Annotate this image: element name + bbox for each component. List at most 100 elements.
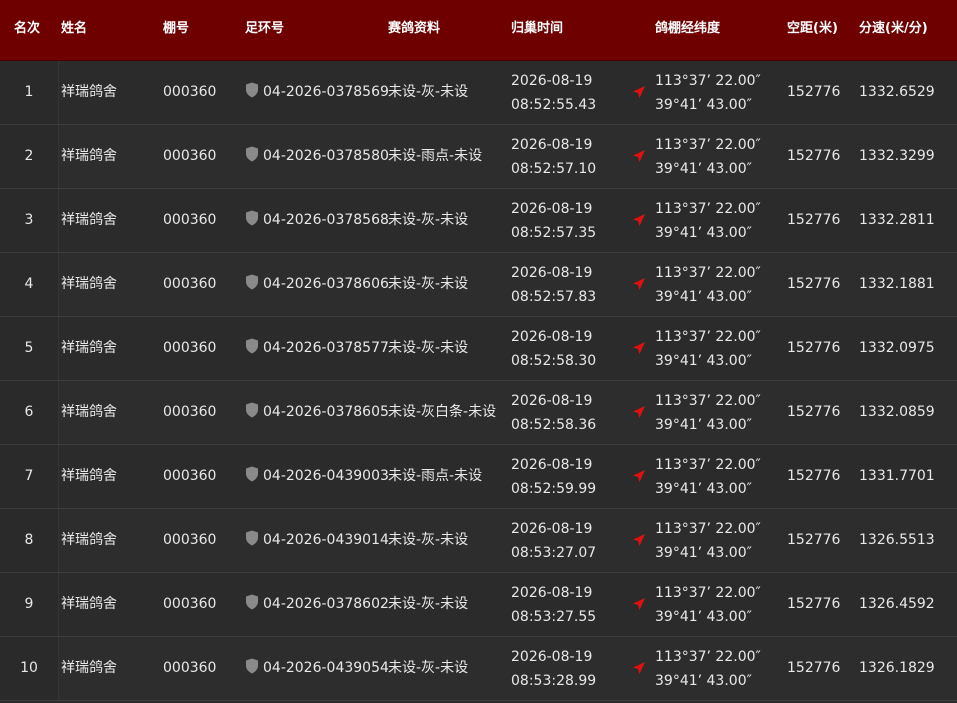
latitude: 39°41’ 43.00″ [655, 289, 752, 305]
shield-icon [246, 274, 258, 290]
table-row[interactable]: 1 祥瑞鸽舍 000360 04-2026-0378569 未设-灰-未设 20… [0, 61, 957, 125]
longitude: 113°37’ 22.00″ [655, 393, 761, 409]
ring-number-cell: 04-2026-0378605 [245, 381, 389, 444]
speed-value: 1326.1829 [859, 660, 935, 676]
rank-value: 5 [24, 340, 34, 356]
arrival-date: 2026-08-19 [511, 137, 593, 153]
arrival-clock: 08:52:57.10 [511, 161, 597, 177]
longitude: 113°37’ 22.00″ [655, 137, 761, 153]
header-loft: 棚号 [163, 21, 190, 36]
table-row[interactable]: 9 祥瑞鸽舍 000360 04-2026-0378602 未设-灰-未设 20… [0, 573, 957, 637]
loft-coordinates: 113°37’ 22.00″ 39°41’ 43.00″ [655, 573, 761, 636]
longitude: 113°37’ 22.00″ [655, 457, 761, 473]
header-coords: 鸽棚经纬度 [655, 21, 721, 36]
arrival-clock: 08:52:55.43 [511, 97, 597, 113]
pigeon-info: 未设-灰-未设 [388, 212, 469, 228]
arrival-date: 2026-08-19 [511, 585, 593, 601]
loft-coordinates: 113°37’ 22.00″ 39°41’ 43.00″ [655, 381, 761, 444]
arrival-clock: 08:52:57.83 [511, 289, 597, 305]
location-arrow-icon[interactable] [632, 597, 646, 611]
loft-coordinates: 113°37’ 22.00″ 39°41’ 43.00″ [655, 125, 761, 188]
ring-number: 04-2026-0439054 [263, 660, 389, 676]
table-row[interactable]: 7 祥瑞鸽舍 000360 04-2026-0439003 未设-雨点-未设 2… [0, 445, 957, 509]
table-row[interactable]: 3 祥瑞鸽舍 000360 04-2026-0378568 未设-灰-未设 20… [0, 189, 957, 253]
loft-coordinates: 113°37’ 22.00″ 39°41’ 43.00″ [655, 61, 761, 124]
pigeon-info: 未设-雨点-未设 [388, 468, 483, 484]
shield-icon [246, 658, 258, 674]
table-header: 名次 姓名 棚号 足环号 赛鸽资料 归巢时间 鸽棚经纬度 空距(米) 分速(米/… [0, 0, 957, 61]
speed-value: 1332.3299 [859, 148, 935, 164]
table-row[interactable]: 2 祥瑞鸽舍 000360 04-2026-0378580 未设-雨点-未设 2… [0, 125, 957, 189]
shield-icon [246, 530, 258, 546]
location-arrow-icon[interactable] [632, 341, 646, 355]
loft-coordinates: 113°37’ 22.00″ 39°41’ 43.00″ [655, 317, 761, 380]
latitude: 39°41’ 43.00″ [655, 609, 752, 625]
arrival-date: 2026-08-19 [511, 265, 593, 281]
header-name: 姓名 [61, 21, 88, 36]
fancier-name: 祥瑞鸽舍 [61, 148, 117, 164]
location-arrow-icon[interactable] [632, 277, 646, 291]
loft-coordinates: 113°37’ 22.00″ 39°41’ 43.00″ [655, 253, 761, 316]
loft-number: 000360 [163, 276, 217, 292]
loft-number: 000360 [163, 212, 217, 228]
rank-value: 10 [20, 660, 38, 676]
arrival-date: 2026-08-19 [511, 649, 593, 665]
table-row[interactable]: 8 祥瑞鸽舍 000360 04-2026-0439014 未设-灰-未设 20… [0, 509, 957, 573]
table-row[interactable]: 10 祥瑞鸽舍 000360 04-2026-0439054 未设-灰-未设 2… [0, 637, 957, 701]
longitude: 113°37’ 22.00″ [655, 649, 761, 665]
header-distance: 空距(米) [787, 21, 838, 36]
speed-value: 1332.0859 [859, 404, 935, 420]
ring-number-cell: 04-2026-0378602 [245, 573, 389, 636]
longitude: 113°37’ 22.00″ [655, 521, 761, 537]
location-arrow-icon[interactable] [632, 469, 646, 483]
arrival-time: 2026-08-19 08:52:57.10 [511, 125, 596, 188]
rank-value: 7 [24, 468, 34, 484]
rank-value: 8 [24, 532, 34, 548]
location-arrow-icon[interactable] [632, 533, 646, 547]
loft-number: 000360 [163, 468, 217, 484]
loft-coordinates: 113°37’ 22.00″ 39°41’ 43.00″ [655, 509, 761, 572]
pigeon-info: 未设-灰-未设 [388, 532, 469, 548]
speed-value: 1332.0975 [859, 340, 935, 356]
ring-number-cell: 04-2026-0439003 [245, 445, 389, 508]
speed-value: 1332.6529 [859, 84, 935, 100]
arrival-time: 2026-08-19 08:52:57.35 [511, 189, 596, 252]
ring-number-cell: 04-2026-0439054 [245, 637, 389, 700]
distance-value: 152776 [787, 340, 841, 356]
shield-icon [246, 338, 258, 354]
arrival-time: 2026-08-19 08:52:55.43 [511, 61, 596, 124]
table-row[interactable]: 4 祥瑞鸽舍 000360 04-2026-0378606 未设-灰-未设 20… [0, 253, 957, 317]
rank-value: 4 [24, 276, 34, 292]
location-arrow-icon[interactable] [632, 149, 646, 163]
distance-value: 152776 [787, 532, 841, 548]
location-arrow-icon[interactable] [632, 661, 646, 675]
rank-value: 2 [24, 148, 34, 164]
header-info: 赛鸽资料 [388, 21, 441, 36]
location-arrow-icon[interactable] [632, 85, 646, 99]
distance-value: 152776 [787, 660, 841, 676]
shield-icon [246, 594, 258, 610]
arrival-clock: 08:52:57.35 [511, 225, 597, 241]
speed-value: 1332.2811 [859, 212, 935, 228]
location-arrow-icon[interactable] [632, 405, 646, 419]
rank-value: 1 [24, 84, 34, 100]
header-speed: 分速(米/分) [859, 21, 928, 36]
location-arrow-icon[interactable] [632, 213, 646, 227]
table-row[interactable]: 6 祥瑞鸽舍 000360 04-2026-0378605 未设-灰白条-未设 … [0, 381, 957, 445]
arrival-clock: 08:53:27.55 [511, 609, 597, 625]
fancier-name: 祥瑞鸽舍 [61, 84, 117, 100]
latitude: 39°41’ 43.00″ [655, 481, 752, 497]
arrival-date: 2026-08-19 [511, 73, 593, 89]
ring-number: 04-2026-0378568 [263, 212, 389, 228]
header-ring: 足环号 [245, 21, 285, 36]
table-row[interactable]: 5 祥瑞鸽舍 000360 04-2026-0378577 未设-灰-未设 20… [0, 317, 957, 381]
loft-number: 000360 [163, 596, 217, 612]
header-time: 归巢时间 [511, 21, 564, 36]
ring-number: 04-2026-0439014 [263, 532, 389, 548]
ring-number: 04-2026-0439003 [263, 468, 389, 484]
speed-value: 1326.4592 [859, 596, 935, 612]
loft-coordinates: 113°37’ 22.00″ 39°41’ 43.00″ [655, 637, 761, 700]
latitude: 39°41’ 43.00″ [655, 225, 752, 241]
pigeon-info: 未设-灰-未设 [388, 276, 469, 292]
loft-number: 000360 [163, 404, 217, 420]
